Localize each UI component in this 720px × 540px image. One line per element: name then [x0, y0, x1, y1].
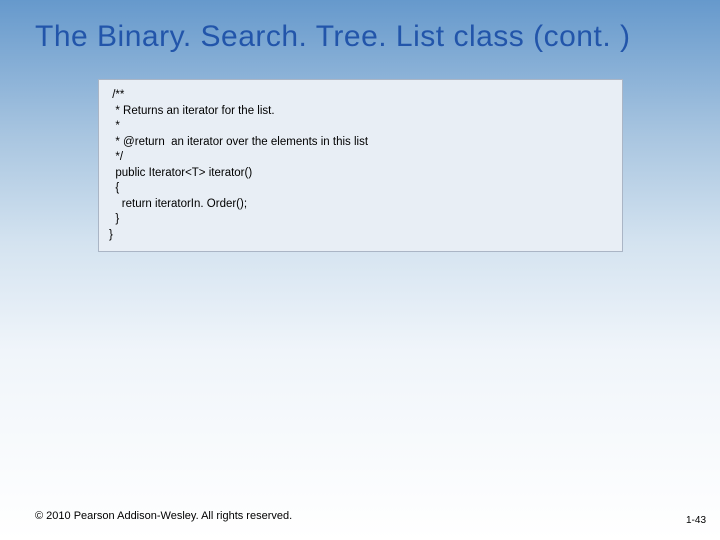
- code-line: return iteratorIn. Order();: [109, 197, 612, 213]
- code-line: /**: [109, 88, 612, 104]
- code-line: * Returns an iterator for the list.: [109, 104, 612, 120]
- code-block: /** * Returns an iterator for the list. …: [98, 79, 623, 252]
- code-line: * @return an iterator over the elements …: [109, 135, 612, 151]
- code-line: {: [109, 181, 612, 197]
- code-line: *: [109, 119, 612, 135]
- slide-title: The Binary. Search. Tree. List class (co…: [0, 0, 720, 79]
- code-line: }: [109, 212, 612, 228]
- code-line: public Iterator<T> iterator(): [109, 166, 612, 182]
- page-number: 1-43: [686, 515, 706, 526]
- code-line: }: [109, 228, 612, 244]
- code-line: */: [109, 150, 612, 166]
- copyright-footer: © 2010 Pearson Addison-Wesley. All right…: [35, 510, 292, 522]
